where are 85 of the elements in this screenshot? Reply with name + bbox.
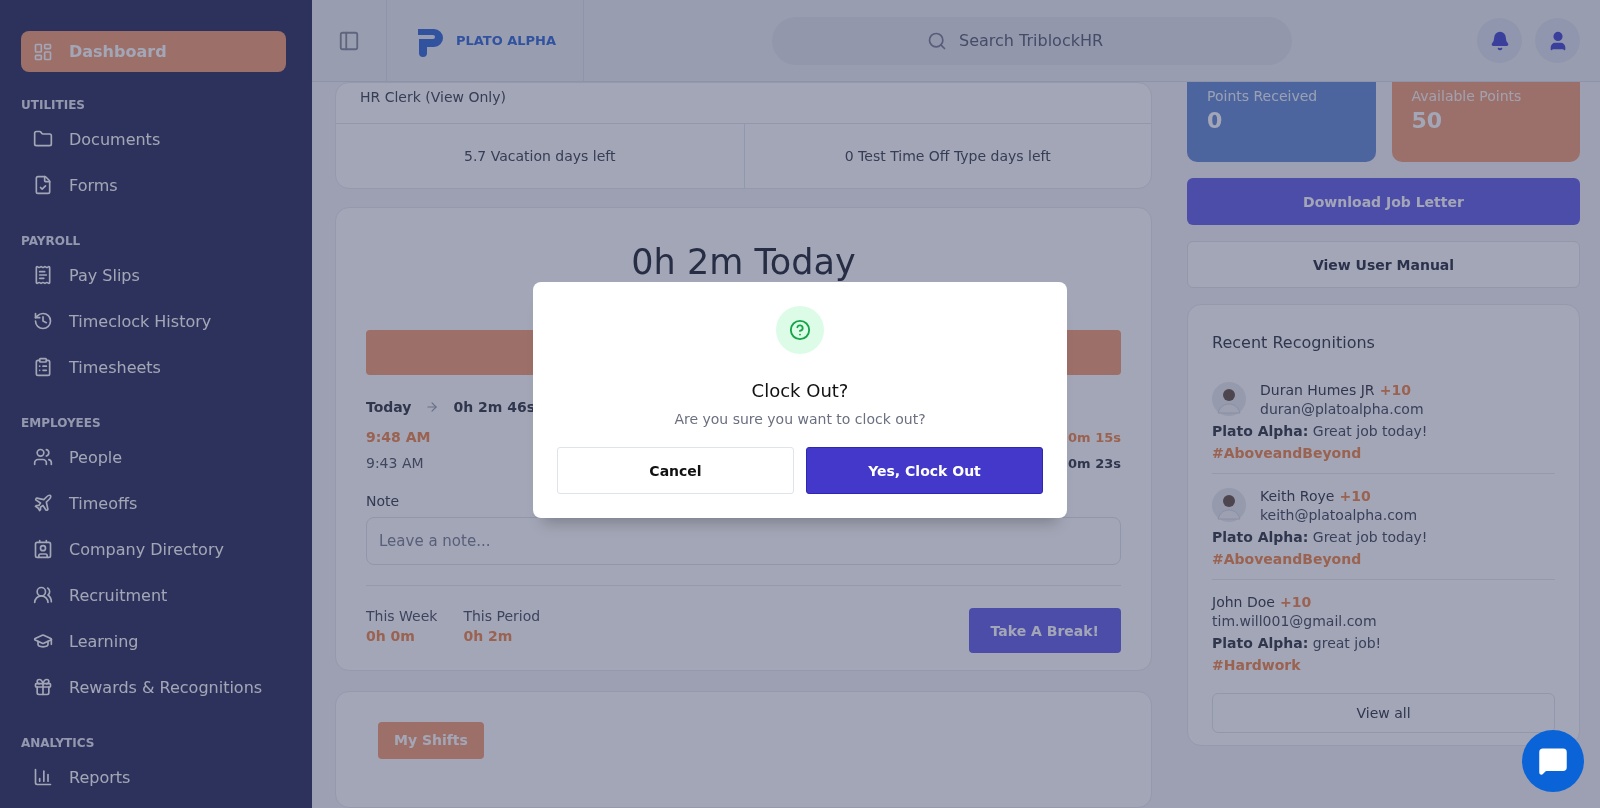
action-button[interactable]: View User Manual (1187, 241, 1580, 288)
card-title: Recent Recognitions (1212, 333, 1376, 352)
gift-icon (33, 677, 53, 697)
people-icon (33, 447, 53, 467)
sidebar-item[interactable]: Recruitment (21, 572, 286, 618)
confirm-button[interactable]: Yes, Clock Out (806, 447, 1043, 494)
receipt-icon (33, 265, 53, 285)
total-value: 0h 2m (463, 628, 514, 644)
sidebar-item[interactable]: Learning (21, 618, 286, 664)
dashboard-icon (33, 41, 53, 62)
search-field[interactable]: Search TriblockHR (957, 30, 1137, 51)
total-label: This Period (463, 608, 541, 624)
points-label: +10 (1339, 488, 1371, 504)
sidebar-toggle-icon[interactable] (338, 29, 360, 52)
entry-duration: 0m 15s (1068, 429, 1121, 445)
person-name: Keith Roye (1260, 488, 1335, 504)
dialog-message: Are you sure you want to clock out? (674, 411, 926, 427)
total-label: This Week (366, 608, 438, 624)
points-value: 0 (1207, 108, 1224, 133)
arrow-icon (425, 400, 440, 414)
points-label: +10 (1279, 594, 1312, 610)
hashtag: #Hardwork (1212, 657, 1302, 673)
avatar (1212, 487, 1246, 522)
sidebar-item[interactable]: Forms (21, 162, 286, 208)
dialog-title: Clock Out? (751, 380, 849, 401)
chat-icon (1538, 746, 1568, 776)
bar-chart-icon (33, 767, 53, 787)
today-total: 0h 2m 46s (453, 399, 536, 415)
section-title: ANALYTICS (21, 736, 96, 750)
entry-duration: 0m 23s (1068, 455, 1121, 471)
document-check-icon (33, 175, 53, 195)
profile-button[interactable] (1535, 18, 1580, 63)
today-label: Today (366, 399, 412, 415)
balance-text: 5.7 Vacation days left (463, 147, 617, 166)
points-label: Available Points (1411, 88, 1523, 104)
entry-time: 9:48 AM (366, 429, 431, 445)
logo-text: PLATO ALPHA (455, 33, 557, 48)
points-label: Points Received (1207, 88, 1319, 104)
person-email: keith@platoalpha.com (1260, 507, 1418, 523)
sidebar-item[interactable]: Documents (21, 116, 286, 162)
action-button[interactable]: Download Job Letter (1187, 178, 1580, 225)
section-title: PAYROLL (21, 234, 82, 248)
clipboard-icon (33, 357, 53, 377)
plane-icon (33, 493, 53, 513)
view-all-button[interactable]: View all (1212, 693, 1555, 733)
break-button[interactable]: Take A Break! (968, 608, 1121, 653)
balance-text: 0 Test Time Off Type days left (743, 124, 1151, 188)
note-field[interactable]: Leave a note... (366, 517, 1121, 565)
section-title: EMPLOYEES (21, 416, 102, 430)
section-title: UTILITIES (21, 98, 86, 112)
person-email: duran@platoalpha.com (1260, 401, 1424, 417)
contact-card-icon (33, 539, 53, 559)
recognition-message: Plato Alpha: great job! (1212, 635, 1383, 651)
role-text: HR Clerk (View Only) (336, 83, 1151, 124)
note-label: Note (366, 493, 400, 509)
sidebar-item[interactable]: Timeclock History (21, 298, 286, 344)
bell-icon (1489, 30, 1510, 51)
clock-total: 0h 2m Today (631, 242, 856, 282)
recognition-message: Plato Alpha: Great job today! (1212, 529, 1429, 545)
sidebar-item[interactable]: Timesheets (21, 344, 286, 390)
entry-time: 9:43 AM (366, 455, 424, 471)
sidebar-item[interactable]: Reports (21, 754, 286, 800)
graduation-cap-icon (33, 631, 53, 651)
sidebar-item[interactable]: Company Directory (21, 526, 286, 572)
person-name: John Doe (1212, 594, 1275, 610)
person-email: tim.will001@gmail.com (1212, 613, 1377, 629)
folder-icon (33, 129, 53, 149)
person-name: Duran Humes JR (1260, 382, 1375, 398)
sidebar-item[interactable]: Rewards & Recognitions (21, 664, 286, 710)
search-icon (927, 30, 947, 51)
points-label: +10 (1379, 382, 1411, 398)
hashtag: #AboveandBeyond (1212, 445, 1363, 461)
sidebar-item[interactable]: People (21, 434, 286, 480)
hashtag: #AboveandBeyond (1212, 551, 1363, 567)
sidebar-item[interactable]: Timeoffs (21, 480, 286, 526)
recognition-message: Plato Alpha: Great job today! (1212, 423, 1429, 439)
cancel-button[interactable]: Cancel (557, 447, 794, 494)
total-value: 0h 0m (366, 628, 416, 644)
points-value: 50 (1411, 108, 1444, 133)
sidebar-item[interactable]: Pay Slips (21, 252, 286, 298)
people-icon (33, 585, 53, 605)
avatar (1212, 381, 1246, 416)
notification-button[interactable] (1477, 18, 1522, 63)
help-icon (776, 306, 824, 354)
clock-history-icon (33, 311, 53, 331)
